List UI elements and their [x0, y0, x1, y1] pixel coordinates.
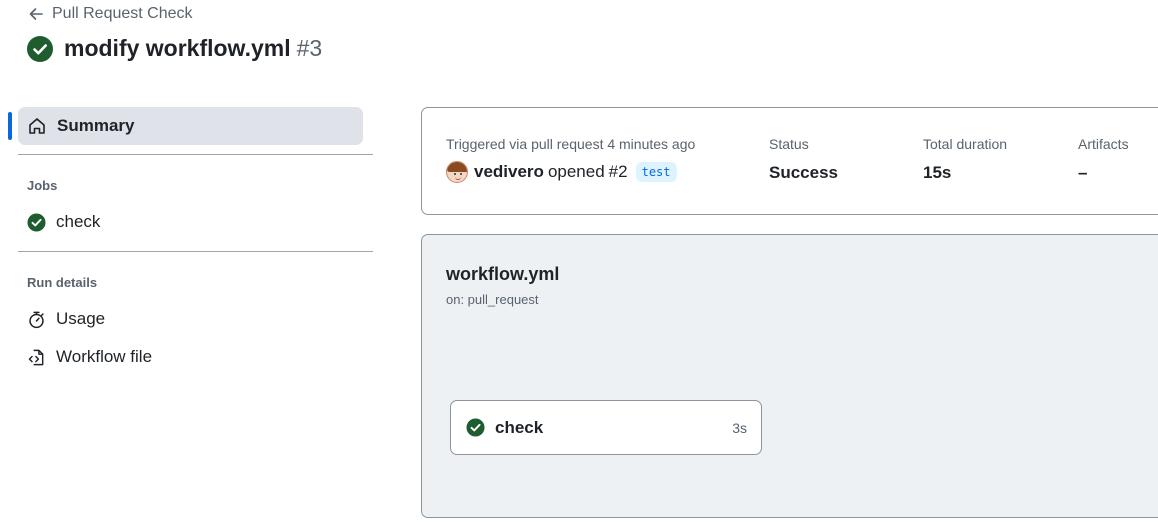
sidebar-divider [18, 251, 373, 252]
pull-request-link[interactable]: #2 [609, 162, 628, 182]
actor-link[interactable]: vedivero [474, 162, 544, 182]
run-details-heading: Run details [27, 275, 98, 290]
job-name: check [495, 417, 544, 437]
trigger-info: Triggered via pull request 4 minutes ago… [446, 136, 695, 183]
jobs-heading: Jobs [27, 178, 58, 193]
page-title: modify workflow.yml #3 [27, 35, 322, 62]
workflow-graph-title: workflow.yml [446, 264, 560, 284]
run-number: #3 [296, 35, 323, 61]
status-label: Status [769, 136, 809, 152]
home-icon [29, 118, 45, 134]
action-text: opened [547, 162, 605, 181]
trigger-label: Triggered via pull request 4 minutes ago [446, 136, 696, 152]
sidebar-item-usage[interactable]: Usage [27, 309, 105, 329]
run-summary-card: Triggered via pull request 4 minutes ago… [421, 107, 1158, 215]
duration-value: 15s [923, 163, 952, 182]
sidebar-item-label: Usage [56, 309, 106, 328]
back-link[interactable]: Pull Request Check [28, 5, 193, 23]
artifacts-info: Artifacts – [1078, 136, 1129, 183]
artifacts-label: Artifacts [1078, 136, 1129, 152]
selected-indicator [8, 112, 12, 140]
duration-info: Total duration 15s [923, 136, 1007, 183]
sidebar-item-label: check [56, 212, 101, 231]
sidebar-item-label: Workflow file [56, 347, 153, 366]
sidebar-item-summary[interactable]: Summary [18, 107, 363, 145]
success-check-icon [466, 418, 485, 437]
branch-badge[interactable]: test [635, 162, 677, 182]
arrow-left-icon [29, 8, 43, 20]
artifacts-value: – [1078, 163, 1088, 182]
avatar[interactable] [446, 161, 468, 183]
success-check-icon [27, 212, 46, 232]
job-node-check[interactable]: check 3s [450, 400, 762, 455]
back-link-label: Pull Request Check [52, 5, 193, 22]
job-duration: 3s [732, 419, 747, 436]
file-code-icon [28, 349, 44, 365]
sidebar-item-check[interactable]: check [27, 212, 100, 232]
stopwatch-icon [29, 311, 44, 328]
sidebar-divider [18, 154, 373, 155]
status-info: Status Success [769, 136, 838, 183]
sidebar-item-workflow-file[interactable]: Workflow file [27, 347, 152, 367]
success-check-icon [27, 35, 53, 62]
sidebar-item-label: Summary [57, 116, 135, 135]
workflow-trigger-event: on: pull_request [446, 292, 539, 307]
status-value: Success [769, 163, 838, 182]
run-title: modify workflow.yml [64, 35, 291, 61]
duration-label: Total duration [923, 136, 1008, 152]
workflow-graph: workflow.yml on: pull_request check 3s [421, 234, 1158, 518]
